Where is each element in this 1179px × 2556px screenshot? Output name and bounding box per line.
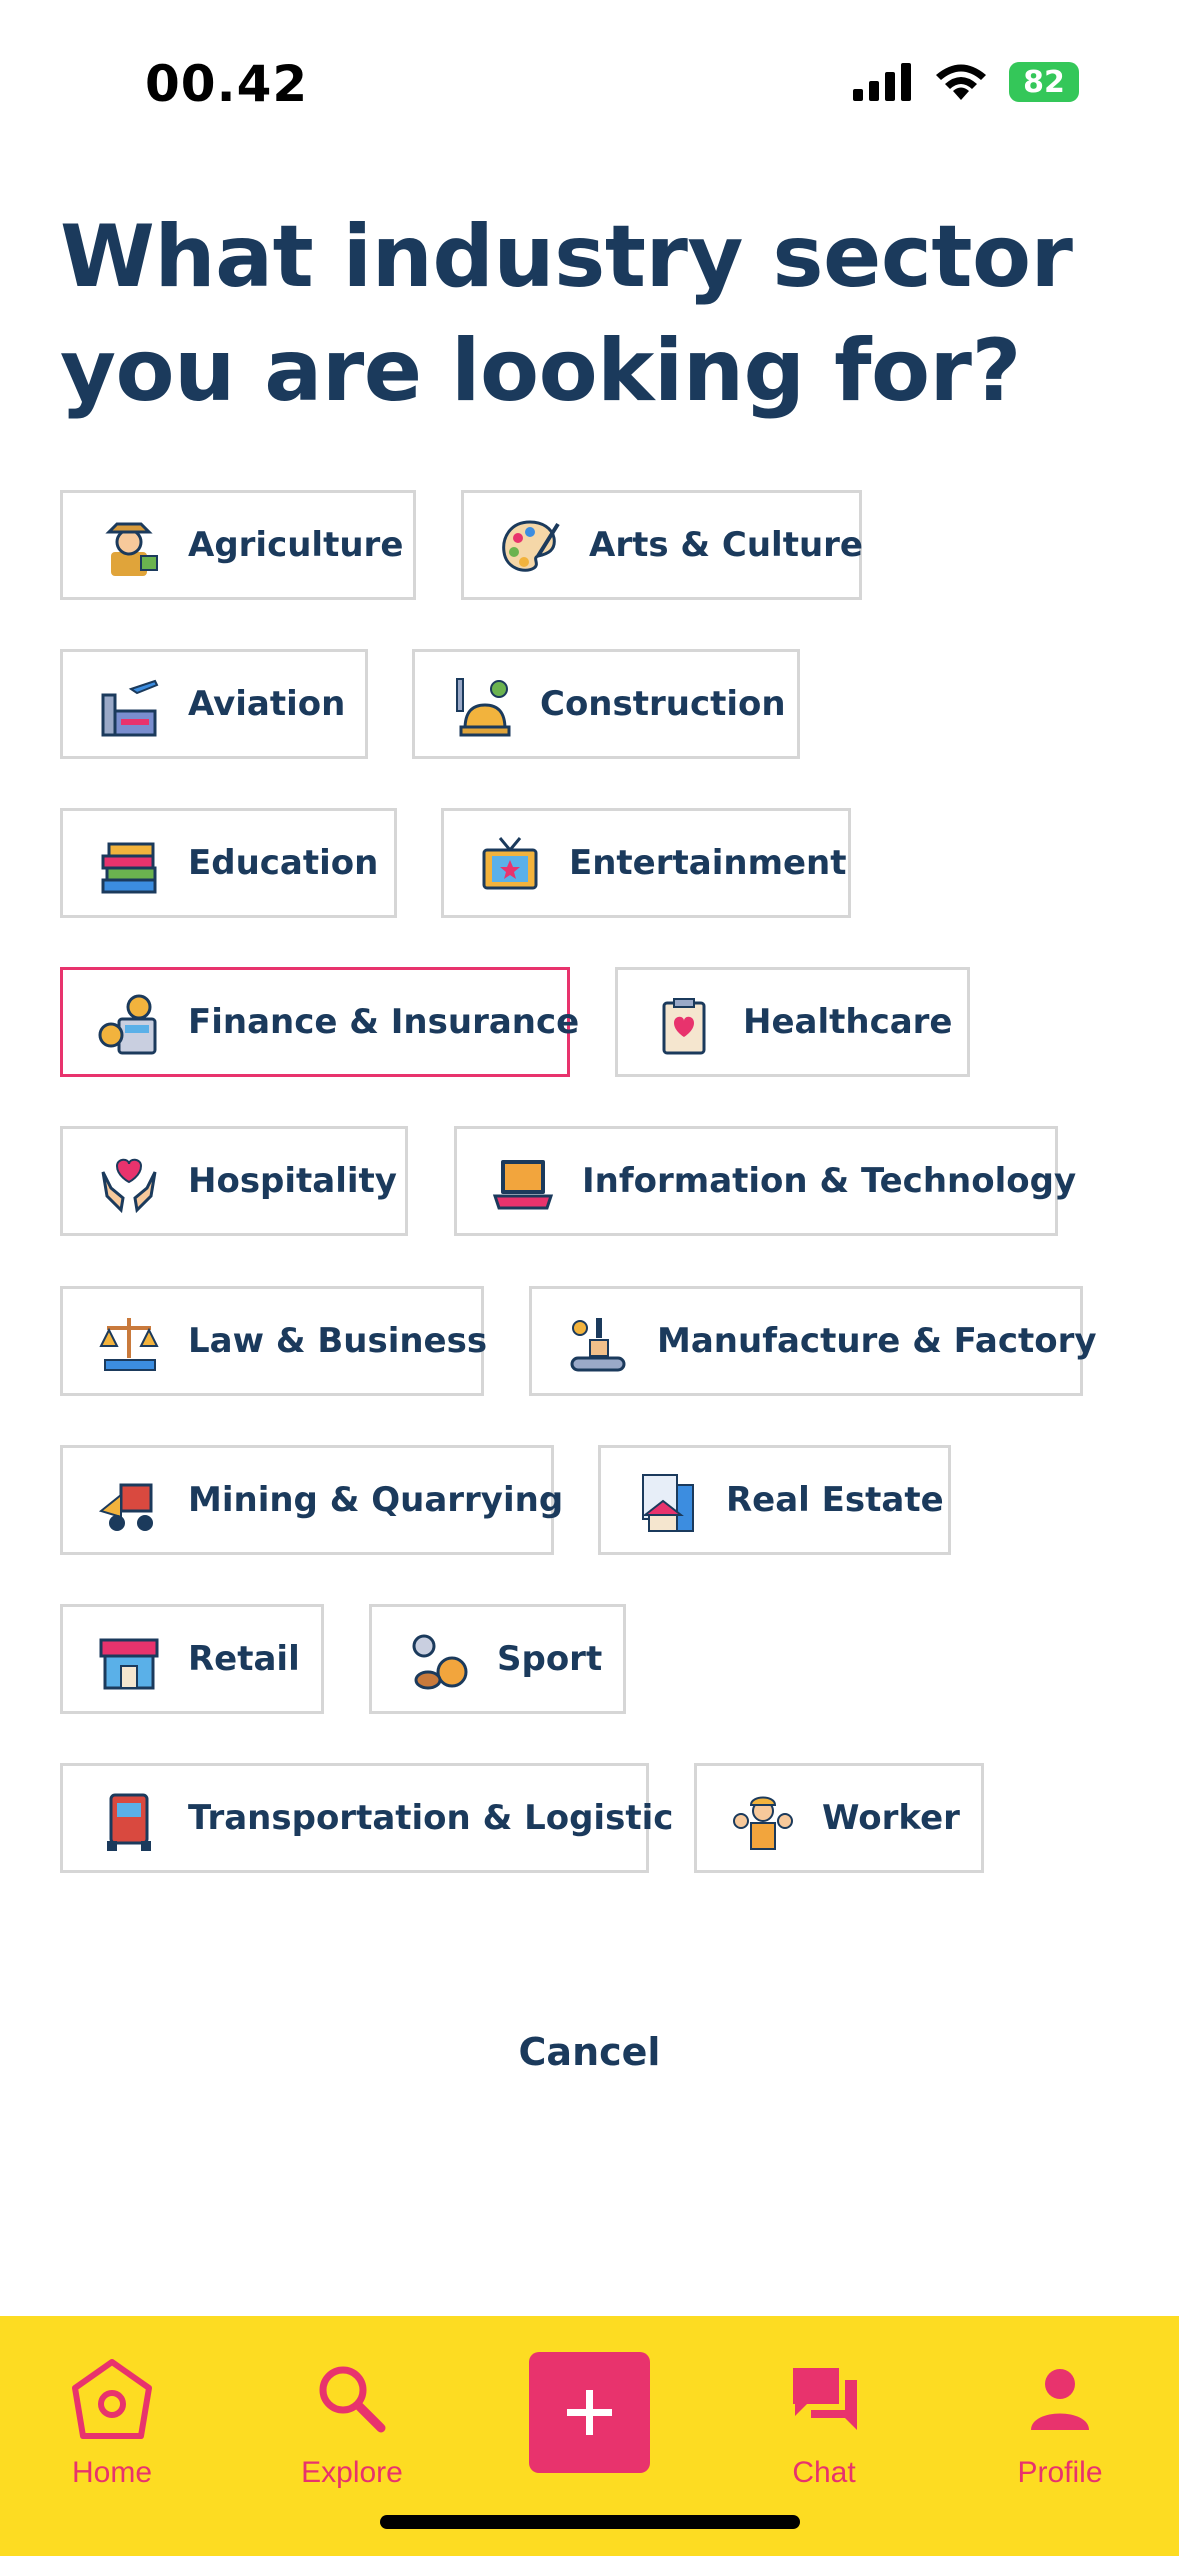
airport-icon: [101, 679, 159, 737]
nav-home[interactable]: Home: [12, 2356, 212, 2490]
sector-label: Law & Business: [188, 1321, 488, 1361]
sector-label: Arts & Culture: [589, 525, 863, 565]
sector-label: Worker: [822, 1798, 960, 1838]
sector-chip-sport[interactable]: Sport: [369, 1604, 626, 1714]
signal-icon: [853, 63, 911, 101]
mining-vehicle-icon: [98, 1483, 153, 1531]
nav-chat[interactable]: Chat: [724, 2356, 924, 2490]
sector-chip-information-technology[interactable]: Information & Technology: [454, 1126, 1076, 1236]
laptop-icon: [492, 1160, 554, 1210]
sector-chip-education[interactable]: Education: [60, 808, 397, 918]
chat-icon: [793, 2368, 857, 2430]
hands-heart-icon: [101, 1158, 157, 1214]
sector-label: Healthcare: [743, 1002, 953, 1042]
page-title: What industry sector you are looking for…: [60, 207, 1073, 421]
sector-label: Transportation & Logistic: [188, 1798, 674, 1838]
add-button[interactable]: [529, 2352, 650, 2473]
sector-label: Aviation: [188, 684, 346, 724]
nav-profile-label: Profile: [1017, 2456, 1103, 2489]
sector-chip-transportation-logistic[interactable]: Transportation & Logistic: [60, 1763, 673, 1873]
nav-explore-label: Explore: [301, 2456, 403, 2489]
scales-icon: [99, 1318, 159, 1371]
nav-chat-label: Chat: [792, 2456, 856, 2489]
workers-icon: [733, 1796, 793, 1850]
plus-icon: [567, 2390, 612, 2435]
sector-label: Sport: [497, 1639, 603, 1679]
sector-chip-hospitality[interactable]: Hospitality: [60, 1126, 408, 1236]
search-icon: [319, 2366, 386, 2433]
sector-label: Finance & Insurance: [188, 1002, 580, 1042]
sector-label: Construction: [540, 684, 786, 724]
sector-label: Entertainment: [569, 843, 847, 883]
sector-chip-law-business[interactable]: Law & Business: [60, 1286, 488, 1396]
sector-chip-real-estate[interactable]: Real Estate: [598, 1445, 951, 1555]
battery-icon: 82: [1009, 62, 1079, 102]
sector-label: Mining & Quarrying: [188, 1480, 564, 1520]
house-document-icon: [642, 1474, 694, 1532]
truck-icon: [107, 1793, 151, 1851]
sector-chip-agriculture[interactable]: Agriculture: [60, 490, 416, 600]
sector-label: Information & Technology: [582, 1161, 1077, 1201]
sector-chip-finance-insurance[interactable]: Finance & Insurance: [60, 967, 579, 1077]
nav-explore[interactable]: Explore: [252, 2356, 452, 2490]
status-time: 00.42: [145, 55, 309, 113]
conveyor-icon: [570, 1318, 626, 1372]
sector-chip-worker[interactable]: Worker: [694, 1763, 984, 1873]
sector-label: Agriculture: [188, 525, 404, 565]
wifi-icon: [936, 64, 986, 100]
store-icon: [99, 1638, 159, 1690]
home-indicator: [380, 2515, 800, 2529]
sector-label: Hospitality: [188, 1161, 397, 1201]
tv-icon: [482, 837, 538, 890]
sector-chip-mining-quarrying[interactable]: Mining & Quarrying: [60, 1445, 563, 1555]
sector-label: Manufacture & Factory: [657, 1321, 1097, 1361]
medical-clipboard-icon: [662, 998, 706, 1055]
cancel-button[interactable]: Cancel: [0, 2030, 1179, 2074]
sector-label: Real Estate: [726, 1480, 944, 1520]
sector-chip-construction[interactable]: Construction: [412, 649, 800, 759]
sector-chip-manufacture-factory[interactable]: Manufacture & Factory: [529, 1286, 1097, 1396]
sector-chip-healthcare[interactable]: Healthcare: [615, 967, 970, 1077]
sector-label: Retail: [188, 1639, 300, 1679]
sector-chip-retail[interactable]: Retail: [60, 1604, 324, 1714]
palette-icon: [502, 520, 560, 572]
hardhat-tools-icon: [456, 678, 511, 737]
sector-chip-entertainment[interactable]: Entertainment: [441, 808, 851, 918]
sector-label: Education: [188, 843, 379, 883]
nav-home-label: Home: [71, 2456, 153, 2489]
profile-icon: [1031, 2369, 1089, 2430]
farmer-icon: [105, 522, 158, 576]
calculator-coins-icon: [98, 994, 157, 1055]
sector-chip-aviation[interactable]: Aviation: [60, 649, 368, 759]
home-icon: [72, 2359, 152, 2439]
sector-chip-arts-culture[interactable]: Arts & Culture: [461, 490, 863, 600]
sports-balls-icon: [412, 1634, 468, 1690]
nav-profile[interactable]: Profile: [960, 2356, 1160, 2490]
status-icons: 82: [853, 62, 1079, 102]
books-icon: [101, 842, 157, 894]
battery-level: 82: [1023, 64, 1065, 100]
